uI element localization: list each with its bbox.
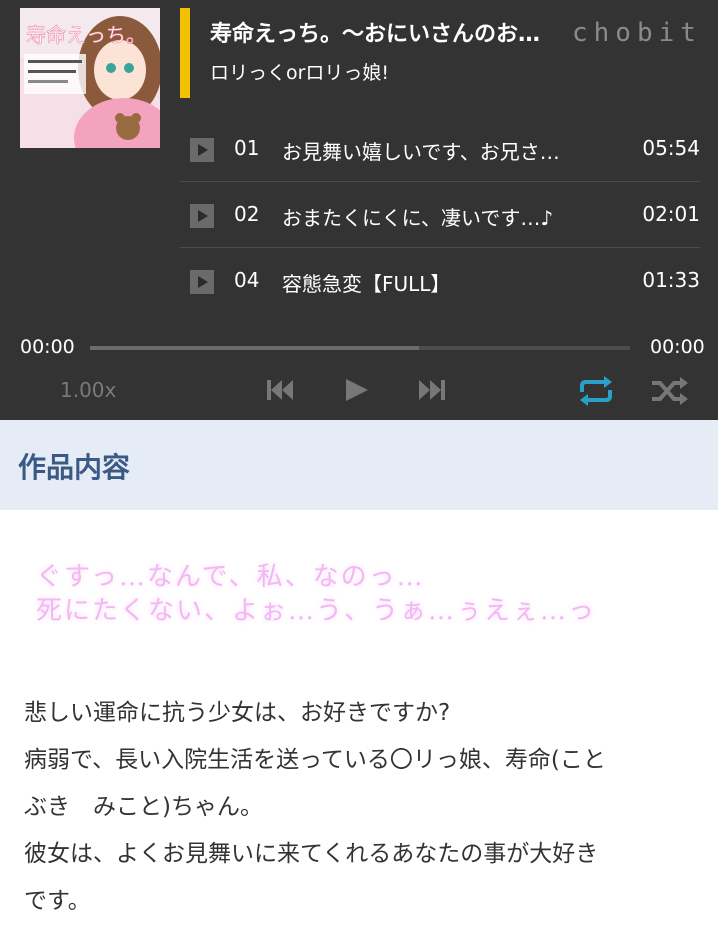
track-number: 02 (234, 202, 260, 226)
audio-player: 寿命えっち。 寿命えっち。〜おにいさんのお… chobit ロリっくorロリっ娘… (0, 0, 718, 420)
track-row[interactable]: 04 容態急変【FULL】 01:33 (180, 248, 700, 314)
description-line: 彼女は、よくお見舞いに来てくれるあなたの事が大好き (24, 841, 599, 867)
section-header: 作品内容 (0, 420, 718, 510)
play-icon[interactable] (342, 374, 374, 406)
current-time: 00:00 (20, 336, 75, 358)
track-number: 01 (234, 136, 260, 160)
album-cover[interactable]: 寿命えっち。 (20, 8, 160, 148)
highlight-quote: ぐすっ…なんで、私、なのっ… 死にたくない、よぉ…う、うぁ…ぅえぇ…っ (36, 560, 596, 628)
play-icon[interactable] (190, 138, 214, 162)
seek-bar[interactable] (90, 346, 630, 350)
track-row[interactable]: 02 おまたくにくに、凄いです…♪ 02:01 (180, 182, 700, 248)
track-duration: 01:33 (642, 268, 700, 292)
quote-line: 死にたくない、よぉ…う、うぁ…ぅえぇ…っ (36, 596, 597, 626)
cover-illustration: 寿命えっち。 (20, 8, 160, 148)
track-name: 容態急変【FULL】 (282, 272, 451, 296)
quote-line: ぐすっ…なんで、私、なのっ… (36, 562, 425, 592)
track-number: 04 (234, 268, 260, 292)
track-row[interactable]: 01 お見舞い嬉しいです、お兄さ… 05:54 (180, 116, 700, 182)
next-track-icon[interactable] (416, 374, 448, 406)
description-line: 悲しい運命に抗う少女は、お好きですか? (24, 700, 451, 726)
title-accent-bar (180, 8, 190, 98)
track-duration: 05:54 (642, 136, 700, 160)
description-text: 悲しい運命に抗う少女は、お好きですか? 病弱で、長い入院生活を送っている〇リっ娘… (24, 690, 704, 925)
track-name: おまたくにくに、凄いです…♪ (282, 206, 554, 230)
track-duration: 02:01 (642, 202, 700, 226)
circle-name[interactable]: ロリっくorロリっ娘! (210, 58, 389, 85)
seek-bar-fill (90, 346, 420, 350)
section-title: 作品内容 (18, 451, 131, 484)
work-title[interactable]: 寿命えっち。〜おにいさんのお… (210, 16, 570, 48)
track-name: お見舞い嬉しいです、お兄さ… (282, 140, 560, 164)
shuffle-icon[interactable] (650, 374, 690, 408)
description-line: です。 (24, 888, 91, 914)
description-line: 病弱で、長い入院生活を送っている〇リっ娘、寿命(こと (24, 747, 606, 773)
previous-track-icon[interactable] (264, 374, 296, 406)
chobit-logo: chobit (572, 18, 702, 48)
play-icon[interactable] (190, 204, 214, 228)
cover-title: 寿命えっち。 (26, 23, 146, 47)
description-line: ぶき みこと)ちゃん。 (24, 794, 263, 820)
play-icon[interactable] (190, 270, 214, 294)
playback-speed[interactable]: 1.00x (60, 378, 116, 402)
total-time: 00:00 (650, 336, 705, 358)
repeat-icon[interactable] (576, 374, 616, 408)
